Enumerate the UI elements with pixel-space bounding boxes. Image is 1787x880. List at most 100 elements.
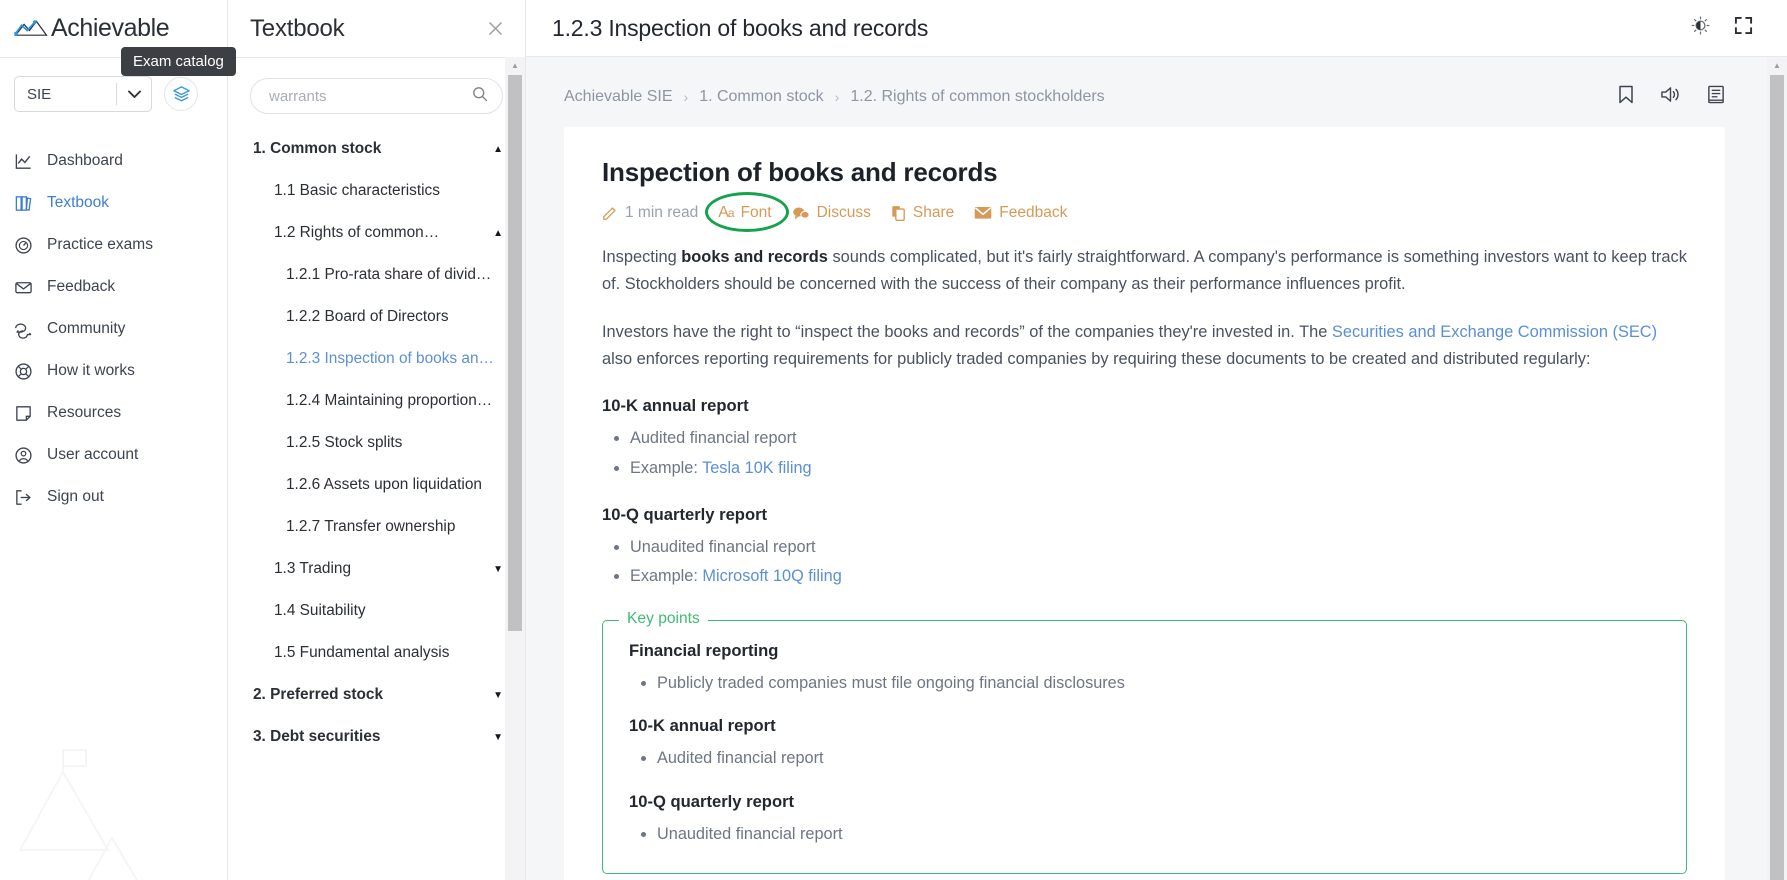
scrollbar-thumb[interactable] (1770, 75, 1784, 880)
breadcrumb-item[interactable]: Achievable SIE (564, 88, 673, 106)
list-item: Unaudited financial report (630, 534, 1687, 560)
toc-item[interactable]: 1.5 Fundamental analysis (228, 632, 525, 674)
toc-item[interactable]: 1.1 Basic characteristics (228, 170, 525, 212)
user-circle-icon (15, 446, 32, 464)
toc-item[interactable]: 1.2.4 Maintaining proportion… (228, 380, 525, 422)
achievable-logo-icon (14, 19, 48, 36)
sidebar-item-textbook[interactable]: Textbook (0, 182, 227, 224)
toc-item[interactable]: 1.3 Trading ▼ (228, 548, 525, 590)
breadcrumb-item[interactable]: 1.2. Rights of common stockholders (850, 88, 1104, 106)
audio-speaker-icon[interactable] (1660, 85, 1681, 109)
toc-item-label: 1.2.6 Assets upon liquidation (286, 476, 482, 493)
toc-item-label: 1.2 Rights of common… (274, 224, 440, 241)
chevron-down-icon[interactable] (117, 90, 151, 98)
toc-item[interactable]: 3. Debt securities ▼ (228, 716, 525, 758)
toc-item-label: 1.2.4 Maintaining proportion… (286, 392, 493, 409)
key-points-box: Key points Financial reporting Publicly … (602, 609, 1687, 875)
share-icon (892, 206, 905, 221)
toc-item[interactable]: 1. Common stock ▲ (228, 128, 525, 170)
sidebar-item-label: User account (47, 446, 139, 463)
sidebar-item-label: How it works (47, 362, 135, 379)
left-sidebar: Achievable SIE Dashboard Textbook Practi… (0, 0, 228, 880)
toc-item-label: 2. Preferred stock (253, 686, 384, 703)
sidebar-item-label: Sign out (47, 488, 104, 505)
exam-select[interactable]: SIE (14, 76, 152, 112)
sidebar-item-resources[interactable]: Resources (0, 392, 227, 434)
fullscreen-icon[interactable] (1734, 16, 1753, 40)
list-item: Example: Tesla 10K filing (630, 455, 1687, 481)
table-of-contents: 1. Common stock ▲ 1.1 Basic characteristi… (228, 118, 525, 758)
list-item: Audited financial report (657, 745, 1660, 771)
microsoft-10q-link[interactable]: Microsoft 10Q filing (702, 567, 841, 585)
font-button[interactable]: Aa Font (718, 204, 771, 222)
toc-item[interactable]: 1.2.7 Transfer ownership (228, 506, 525, 548)
chevron-down-icon[interactable]: ▼ (493, 564, 503, 575)
tooltip-label: Exam catalog (133, 53, 224, 70)
section-heading: 10-K annual report (602, 396, 749, 416)
toc-item[interactable]: 1.2.2 Board of Directors (228, 296, 525, 338)
share-button[interactable]: Share (891, 204, 954, 222)
chevron-down-icon[interactable]: ▼ (493, 732, 503, 743)
chevron-up-icon[interactable]: ▲ (493, 144, 503, 155)
toc-item[interactable]: 1.2.5 Stock splits (228, 422, 525, 464)
toc-item[interactable]: 1.2.6 Assets upon liquidation (228, 464, 525, 506)
textbook-panel-title: Textbook (250, 14, 345, 42)
scroll-up-arrow-icon[interactable]: ▲ (505, 57, 525, 74)
list-item: Audited financial report (630, 425, 1687, 451)
toc-item[interactable]: 1.2.1 Pro-rata share of divid… (228, 254, 525, 296)
toc-item-label: 1.1 Basic characteristics (274, 182, 440, 199)
chevron-up-icon[interactable]: ▲ (493, 228, 503, 239)
sidebar-item-dashboard[interactable]: Dashboard (0, 140, 227, 182)
sidebar-item-label: Dashboard (47, 152, 123, 169)
sidebar-item-label: Practice exams (47, 236, 153, 253)
sidebar-item-how-it-works[interactable]: How it works (0, 350, 227, 392)
toc-scroll-region: 1. Common stock ▲ 1.1 Basic characteristi… (228, 118, 525, 880)
breadcrumb-item[interactable]: 1. Common stock (699, 88, 823, 106)
chat-bubbles-icon (15, 322, 32, 339)
page-title: 1.2.3 Inspection of books and records (552, 14, 929, 41)
chevron-down-icon[interactable]: ▼ (493, 690, 503, 701)
close-icon[interactable] (483, 17, 507, 41)
article-title: Inspection of books and records (602, 157, 998, 187)
sidebar-item-label: Textbook (47, 194, 110, 211)
main-scrollbar[interactable]: ▲ (1767, 57, 1787, 880)
scroll-up-arrow-icon[interactable]: ▲ (1767, 57, 1787, 74)
article-actions: 1 min read Aa Font Discuss Share Feedbac… (602, 192, 1687, 232)
exam-catalog-tooltip: Exam catalog (121, 47, 236, 76)
sec-link[interactable]: Securities and Exchange Commission (SEC) (1332, 323, 1657, 341)
exam-catalog-button[interactable] (164, 77, 198, 111)
key-point-bullet-list: Audited financial report (629, 745, 1660, 771)
toc-item[interactable]: 1.4 Suitability (228, 590, 525, 632)
bookmark-icon[interactable] (1618, 85, 1634, 109)
reader-mode-icon[interactable] (1707, 85, 1725, 109)
font-size-icon: Aa (718, 204, 734, 221)
textbook-search-box[interactable] (250, 78, 503, 114)
sidebar-item-feedback[interactable]: Feedback (0, 266, 227, 308)
scrollbar-thumb[interactable] (508, 75, 522, 631)
toc-item-label: 1.4 Suitability (274, 602, 366, 619)
sidebar-item-practice-exams[interactable]: Practice exams (0, 224, 227, 266)
textbook-panel: Textbook 1. Common stock ▲ 1.1 Basic char… (228, 0, 526, 880)
tesla-10k-link[interactable]: Tesla 10K filing (702, 459, 812, 477)
key-point-heading: 10-Q quarterly report (629, 791, 795, 811)
toc-item[interactable]: 2. Preferred stock ▼ (228, 674, 525, 716)
toc-scrollbar[interactable]: ▲ (505, 57, 525, 880)
feedback-button[interactable]: Feedback (974, 204, 1067, 222)
toc-item-label: 1.5 Fundamental analysis (274, 644, 450, 661)
discuss-icon (792, 207, 810, 219)
dark-mode-icon[interactable] (1691, 16, 1710, 40)
sidebar-item-sign-out[interactable]: Sign out (0, 476, 227, 518)
search-icon[interactable] (472, 86, 488, 107)
toc-item-label: 1.3 Trading (274, 560, 352, 577)
breadcrumb-separator: › (683, 89, 689, 105)
search-input[interactable] (267, 86, 472, 106)
sidebar-item-user-account[interactable]: User account (0, 434, 227, 476)
para2-post: also enforces reporting requirements for… (602, 349, 1591, 368)
discuss-button[interactable]: Discuss (792, 204, 871, 222)
books-icon (15, 195, 32, 211)
toc-item[interactable]: 1.2 Rights of common… ▲ (228, 212, 525, 254)
article-tool-icons (1618, 85, 1725, 109)
bullet-text: Example: (630, 458, 703, 477)
toc-item-active[interactable]: 1.2.3 Inspection of books an… (228, 338, 525, 380)
sidebar-item-community[interactable]: Community (0, 308, 227, 350)
